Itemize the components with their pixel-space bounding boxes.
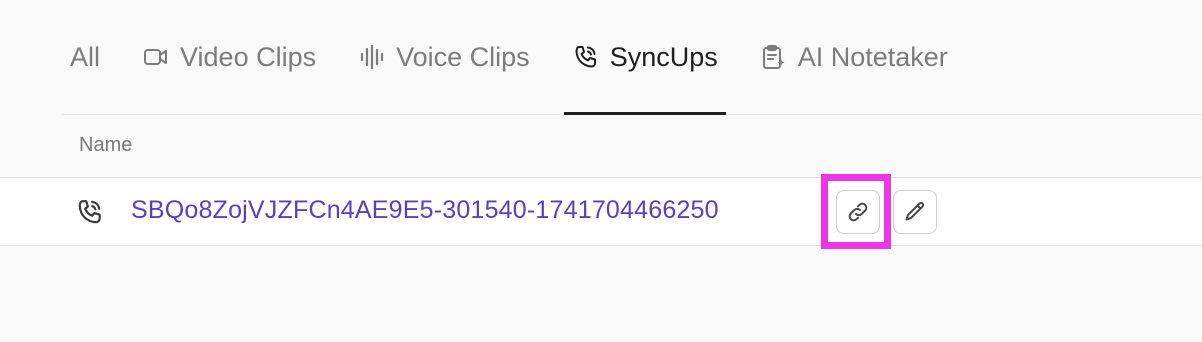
tab-syncups-label: SyncUps: [609, 41, 718, 72]
edit-button[interactable]: [893, 190, 937, 234]
tab-voice-clips-label: Voice Clips: [396, 41, 530, 72]
tab-all[interactable]: All: [62, 0, 108, 114]
syncups-page: All Video Clips Voice Clips SyncUps AI N…: [0, 0, 1202, 342]
tab-video-clips[interactable]: Video Clips: [134, 0, 324, 114]
tab-bar: All Video Clips Voice Clips SyncUps AI N…: [62, 0, 1202, 115]
syncup-name-link[interactable]: SBQo8ZojVJZFCn4AE9E5-301540-174170446625…: [131, 196, 719, 225]
pencil-icon: [903, 200, 927, 224]
audio-waveform-icon: [358, 43, 386, 71]
phone-call-icon: [76, 198, 104, 226]
video-camera-icon: [142, 43, 170, 71]
phone-call-icon: [572, 43, 600, 71]
tab-ai-notetaker-label: AI Notetaker: [797, 41, 948, 72]
column-header-name[interactable]: Name: [79, 134, 132, 157]
tab-ai-notetaker[interactable]: AI Notetaker: [752, 0, 956, 114]
tab-voice-clips[interactable]: Voice Clips: [350, 0, 538, 114]
tab-all-label: All: [70, 41, 101, 72]
link-icon: [846, 200, 870, 224]
tab-syncups[interactable]: SyncUps: [563, 0, 726, 115]
copy-link-button[interactable]: [836, 190, 880, 234]
tab-video-clips-label: Video Clips: [180, 41, 317, 72]
table-row[interactable]: SBQo8ZojVJZFCn4AE9E5-301540-174170446625…: [0, 177, 1202, 246]
clipboard-ai-icon: [760, 43, 788, 71]
